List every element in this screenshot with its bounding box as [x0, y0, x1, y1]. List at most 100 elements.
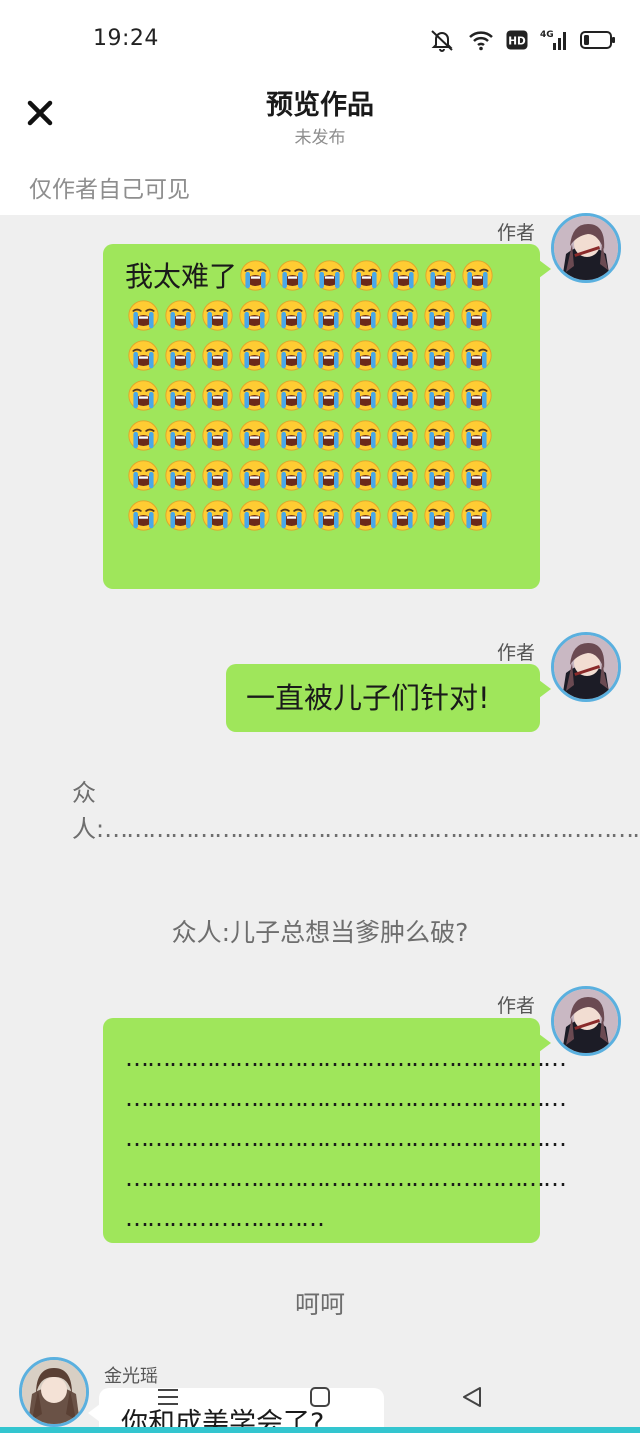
message-text: …………………………………………………… ……………………………………………………: [103, 1018, 567, 1238]
sender-label: 作者: [497, 995, 536, 1017]
avatar-image: [554, 216, 618, 280]
bottom-accent-strip: [0, 1427, 640, 1433]
loudly-crying-face-icon: [128, 420, 159, 451]
loudly-crying-face-icon: [461, 340, 492, 371]
svg-text:HD: HD: [508, 36, 526, 48]
loudly-crying-face-icon: [128, 300, 159, 331]
svg-text:4G: 4G: [540, 30, 554, 40]
loudly-crying-face-icon: [350, 340, 381, 371]
loudly-crying-face-icon: [461, 300, 492, 331]
loudly-crying-face-icon: [388, 260, 419, 291]
battery-icon: [580, 30, 616, 50]
author-avatar[interactable]: [551, 632, 621, 702]
loudly-crying-face-icon: [239, 340, 270, 371]
loudly-crying-face-icon: [314, 260, 345, 291]
author-avatar[interactable]: [551, 213, 621, 283]
loudly-crying-face-icon: [202, 420, 233, 451]
loudly-crying-face-icon: [239, 300, 270, 331]
loudly-crying-face-icon: [424, 460, 455, 491]
page-title: 预览作品: [266, 90, 374, 121]
home-button[interactable]: [300, 1382, 340, 1412]
loudly-crying-face-icon: [128, 380, 159, 411]
loudly-crying-face-icon: [387, 460, 418, 491]
loudly-crying-face-icon: [276, 460, 307, 491]
loudly-crying-face-icon: [240, 260, 271, 291]
message-lead-text: 我太难了: [125, 260, 238, 293]
menu-icon: [158, 1389, 178, 1405]
loudly-crying-face-icon: [313, 420, 344, 451]
narration-text: 呵呵: [294, 1290, 345, 1319]
loudly-crying-face-icon: [276, 340, 307, 371]
emoji-sequence: [125, 260, 496, 533]
loudly-crying-face-icon: [387, 340, 418, 371]
loudly-crying-face-icon: [165, 500, 196, 531]
loudly-crying-face-icon: [165, 380, 196, 411]
loudly-crying-face-icon: [202, 300, 233, 331]
loudly-crying-face-icon: [424, 300, 455, 331]
hd-icon: HD: [506, 30, 528, 50]
sender-label: 作者: [497, 642, 536, 664]
loudly-crying-face-icon: [350, 300, 381, 331]
message-bubble[interactable]: …………………………………………………… ……………………………………………………: [103, 1018, 567, 1243]
4g-signal-icon: 4G: [540, 28, 568, 52]
loudly-crying-face-icon: [387, 500, 418, 531]
system-nav-bar: [0, 1365, 640, 1433]
wifi-icon: [468, 29, 494, 51]
loudly-crying-face-icon: [387, 380, 418, 411]
loudly-crying-face-icon: [424, 340, 455, 371]
loudly-crying-face-icon: [276, 300, 307, 331]
loudly-crying-face-icon: [461, 380, 492, 411]
loudly-crying-face-icon: [128, 460, 159, 491]
loudly-crying-face-icon: [425, 260, 456, 291]
loudly-crying-face-icon: [239, 500, 270, 531]
loudly-crying-face-icon: [424, 500, 455, 531]
loudly-crying-face-icon: [350, 420, 381, 451]
narration-text: 众人:儿子总想当爹肿么破?: [171, 918, 469, 947]
message-line: ……………………………………………………: [125, 1124, 567, 1152]
loudly-crying-face-icon: [424, 380, 455, 411]
back-button[interactable]: [452, 1382, 492, 1412]
loudly-crying-face-icon: [202, 380, 233, 411]
loudly-crying-face-icon: [313, 380, 344, 411]
loudly-crying-face-icon: [165, 340, 196, 371]
loudly-crying-face-icon: [276, 420, 307, 451]
loudly-crying-face-icon: [239, 460, 270, 491]
loudly-crying-face-icon: [239, 420, 270, 451]
loudly-crying-face-icon: [350, 380, 381, 411]
loudly-crying-face-icon: [202, 500, 233, 531]
narration-text: 众人:……………………………………………………………………………………………………: [72, 775, 640, 847]
loudly-crying-face-icon: [165, 420, 196, 451]
avatar-image: [554, 635, 618, 699]
loudly-crying-face-icon: [461, 420, 492, 451]
loudly-crying-face-icon: [351, 260, 382, 291]
message-line: ……………………………………………………: [125, 1084, 567, 1112]
loudly-crying-face-icon: [202, 460, 233, 491]
loudly-crying-face-icon: [276, 380, 307, 411]
loudly-crying-face-icon: [128, 500, 159, 531]
menu-button[interactable]: [148, 1382, 188, 1412]
loudly-crying-face-icon: [461, 460, 492, 491]
loudly-crying-face-icon: [165, 300, 196, 331]
loudly-crying-face-icon: [165, 460, 196, 491]
loudly-crying-face-icon: [387, 300, 418, 331]
loudly-crying-face-icon: [313, 460, 344, 491]
message-text: 一直被儿子们针对!: [246, 681, 490, 715]
loudly-crying-face-icon: [424, 420, 455, 451]
status-time: 19:24: [93, 26, 159, 51]
message-bubble[interactable]: 一直被儿子们针对!: [226, 664, 551, 732]
loudly-crying-face-icon: [128, 340, 159, 371]
loudly-crying-face-icon: [350, 460, 381, 491]
message-line: ……………………………………………………: [125, 1044, 567, 1072]
narration-speaker: 众人:: [72, 779, 105, 843]
visibility-note: 仅作者自己可见: [29, 177, 190, 203]
back-triangle-icon: [463, 1387, 481, 1407]
status-bar: 19:24 HD 4G: [0, 0, 640, 78]
message-line: ………………………: [125, 1204, 325, 1232]
message-bubble[interactable]: 我太难了: [103, 244, 551, 589]
loudly-crying-face-icon: [313, 300, 344, 331]
mute-bell-icon: [428, 28, 456, 52]
message-line: ……………………………………………………: [125, 1164, 567, 1192]
loudly-crying-face-icon: [462, 260, 493, 291]
loudly-crying-face-icon: [461, 500, 492, 531]
status-icons: HD 4G: [428, 26, 616, 54]
